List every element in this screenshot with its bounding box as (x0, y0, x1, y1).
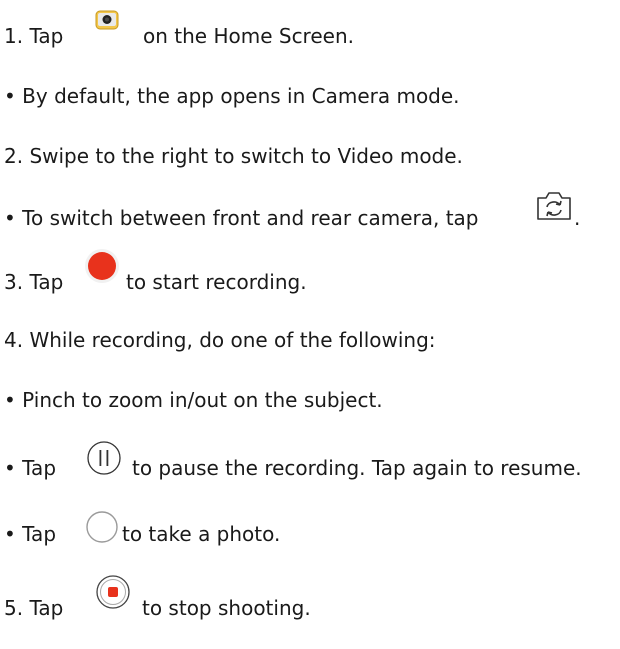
switch-camera-period: . (574, 206, 581, 230)
record-button-icon (85, 249, 119, 283)
pause-note-prefix: • Tap (4, 456, 57, 480)
step-1-prefix: 1. Tap (4, 24, 64, 48)
step-2: 2. Swipe to the right to switch to Video… (4, 144, 463, 168)
step-5-prefix: 5. Tap (4, 596, 64, 620)
stop-button-icon (96, 575, 130, 609)
photo-note-suffix: to take a photo. (122, 522, 281, 546)
step-1-suffix: on the Home Screen. (143, 24, 354, 48)
photo-note-prefix: • Tap (4, 522, 57, 546)
step-5-suffix: to stop shooting. (142, 596, 311, 620)
step-3-suffix: to start recording. (126, 270, 307, 294)
step-4: 4. While recording, do one of the follow… (4, 328, 436, 352)
switch-camera-icon (537, 192, 571, 220)
photo-capture-button-icon (86, 511, 118, 543)
camera-app-icon (95, 10, 119, 30)
instructions-page: { "steps": { "l1a": "1. Tap", "l1b": "on… (0, 0, 620, 649)
pause-button-icon (87, 441, 121, 475)
switch-camera-note: • To switch between front and rear camer… (4, 206, 479, 230)
pinch-zoom-note: • Pinch to zoom in/out on the subject. (4, 388, 383, 412)
pause-note-suffix: to pause the recording. Tap again to res… (132, 456, 582, 480)
step-3-prefix: 3. Tap (4, 270, 64, 294)
default-camera-note: • By default, the app opens in Camera mo… (4, 84, 460, 108)
